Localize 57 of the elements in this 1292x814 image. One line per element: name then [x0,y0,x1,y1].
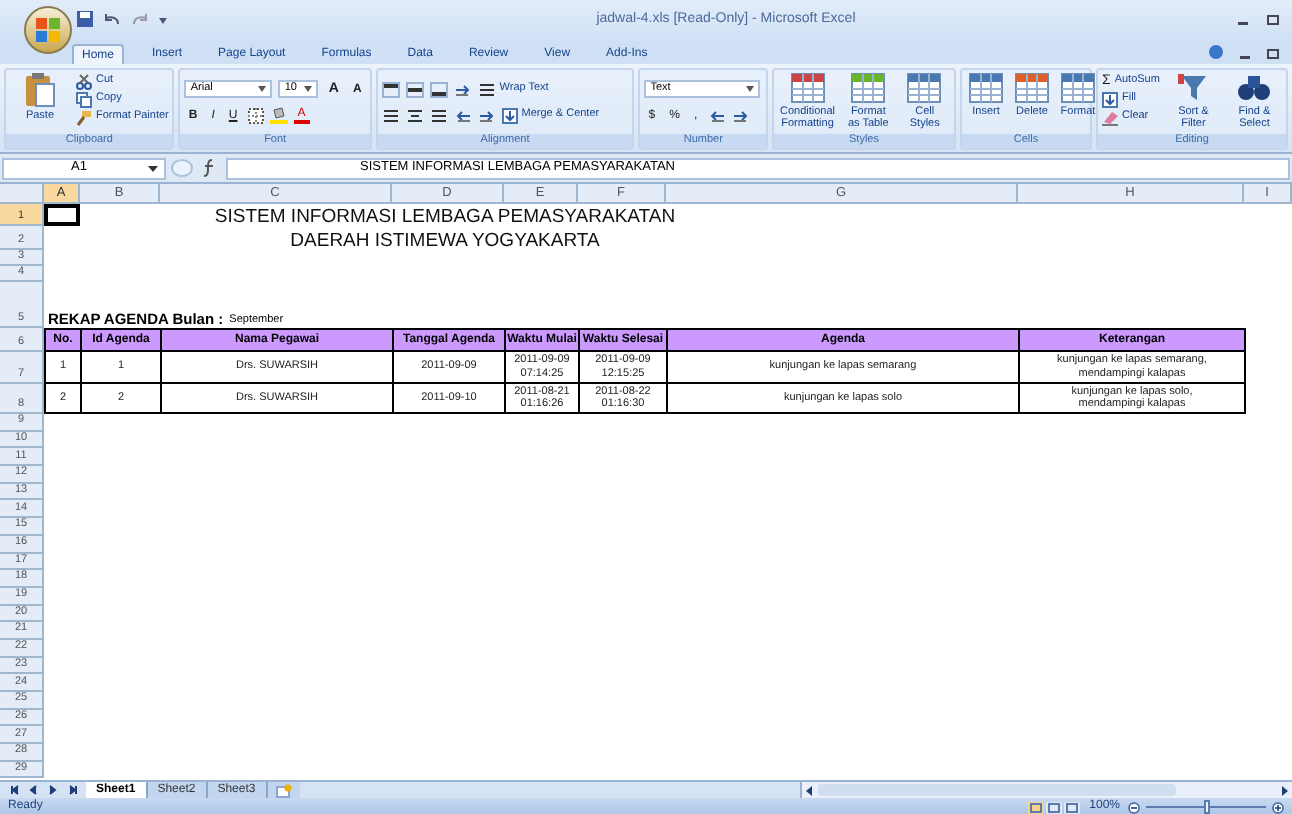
arrow-icon [731,107,750,123]
redo-icon [130,11,150,27]
page-layout-view-icon [1045,801,1062,813]
office-button[interactable] [24,6,72,54]
border-icon [247,107,264,123]
restore-icon [1266,12,1280,26]
restore-icon [1266,45,1280,59]
insert-sheet-button[interactable] [267,782,300,798]
scissors-icon [76,73,92,89]
fill-down-icon [501,107,518,123]
text-lines-icon [477,81,496,97]
arrow-icon [707,107,726,123]
table-icon [789,72,826,104]
clipboard-icon [24,72,56,108]
slider-thumb[interactable] [1203,800,1209,814]
horizontal-scrollbar[interactable] [800,782,1292,798]
nav-arrow-icon [66,784,80,796]
table-icon [1014,72,1050,104]
sheet-title: SISTEM INFORMASI LEMBAGA PEMASYARAKATAN [214,207,676,226]
scroll-thumb[interactable] [818,784,1176,796]
page-break-view-icon [1063,801,1080,813]
text-lines-icon [381,107,400,123]
arrow-icon [477,107,496,123]
alignment-icon [405,81,424,97]
brush-icon [76,109,92,125]
caret-icon [304,86,313,92]
help-icon [1208,44,1224,60]
caret-icon [148,165,158,171]
zoom-out-icon [1128,801,1140,813]
funnel-icon [1175,72,1212,104]
nav-arrow-icon [6,784,20,796]
binoculars-icon [1236,72,1273,104]
arrow-icon [453,81,472,97]
table-icon [906,72,943,104]
caret-icon [746,86,755,92]
sheet-title: DAERAH ISTIMEWA YOGYAKARTA [290,231,600,250]
eraser-icon [1102,109,1118,125]
alignment-icon [429,81,448,97]
normal-view-icon [1027,801,1044,813]
cancel-icon [170,158,194,178]
zoom-in-icon [1272,801,1284,813]
table-icon [850,72,887,104]
text-lines-icon [405,107,424,123]
pages-icon [76,91,92,107]
table-icon [1060,72,1096,104]
office-logo-icon [36,18,60,42]
arrow-icon [453,107,472,123]
active-cell[interactable] [44,204,80,226]
fill-down-icon [1102,91,1118,107]
table-icon [968,72,1004,104]
undo-icon [102,11,122,27]
save-icon [76,10,94,28]
alignment-icon [381,81,400,97]
paint-bucket-icon [269,106,288,124]
customize-caret-icon [158,13,168,25]
caret-icon [258,86,267,92]
text-lines-icon [429,107,448,123]
